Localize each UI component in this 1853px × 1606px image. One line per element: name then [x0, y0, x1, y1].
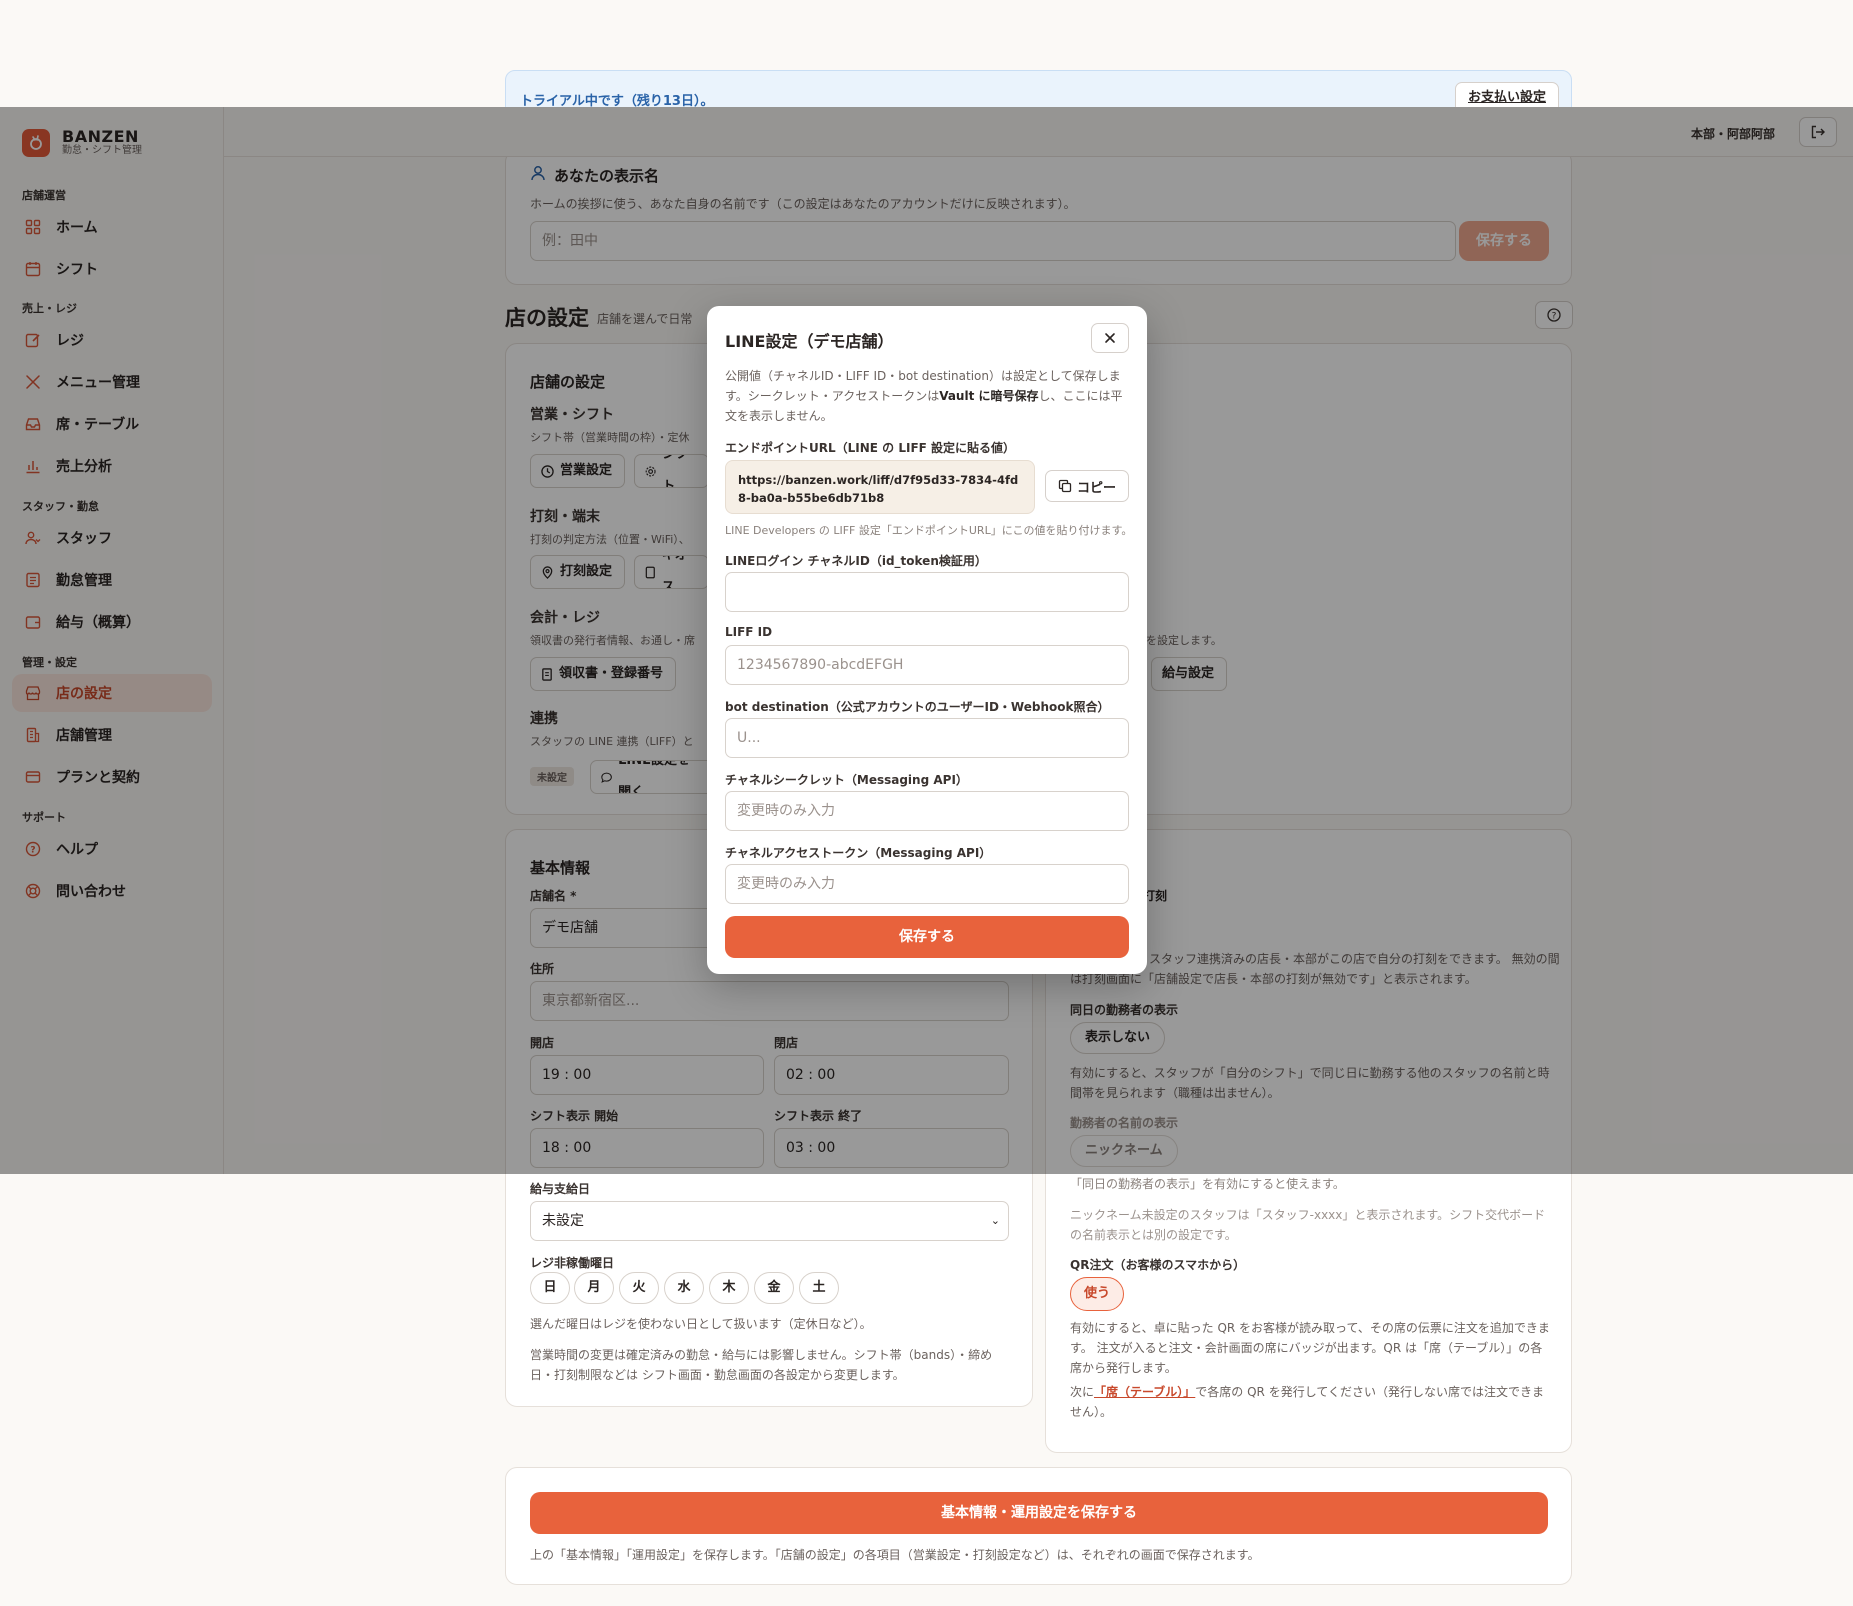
- name-display-hint-2: ニックネーム未設定のスタッフは「スタッフ-xxxx」と表示されます。シフト交代ボ…: [1070, 1208, 1546, 1242]
- save-basic-ops-button[interactable]: 基本情報・運用設定を保存する: [530, 1492, 1548, 1534]
- weekday-toggle-wed[interactable]: 水: [664, 1272, 704, 1304]
- qr-order-toggle[interactable]: 使う: [1070, 1277, 1125, 1311]
- qr-order-next: 次に「席（テーブル）」で各席の QR を発行してください（発行しない席では注文で…: [1070, 1385, 1544, 1419]
- access-token-input[interactable]: 変更時のみ入力: [725, 864, 1129, 904]
- closed-days-hint: 選んだ曜日はレジを使わない日として扱います（定休日など）。: [530, 1317, 872, 1331]
- tables-link[interactable]: 「席（テーブル）」: [1094, 1385, 1195, 1399]
- weekday-toggle-mon[interactable]: 月: [574, 1272, 614, 1304]
- qr-order-desc: 有効にすると、卓に貼った QR をお客様が読み取って、その席の伝票に注文を追加で…: [1070, 1321, 1550, 1375]
- qr-order-label: QR注文（お客様のスマホから）: [1070, 1258, 1246, 1272]
- modal-close-button[interactable]: [1091, 323, 1129, 353]
- weekday-toggle-fri[interactable]: 金: [754, 1272, 794, 1304]
- footer-save-card: 基本情報・運用設定を保存する 上の「基本情報」「運用設定」を保存します。「店舗の…: [505, 1467, 1572, 1585]
- modal-title: LINE設定（デモ店舗）: [725, 332, 894, 351]
- weekday-toggle-sat[interactable]: 土: [799, 1272, 839, 1304]
- endpoint-label: エンドポイントURL（LINE の LIFF 設定に貼る値）: [725, 441, 1016, 455]
- channel-secret-input[interactable]: 変更時のみ入力: [725, 791, 1129, 831]
- line-settings-modal: LINE設定（デモ店舗） 公開値（チャネルID・LIFF ID・bot dest…: [707, 306, 1147, 974]
- endpoint-hint: LINE Developers の LIFF 設定「エンドポイントURL」にこの…: [725, 524, 1133, 537]
- weekday-toggle-sun[interactable]: 日: [530, 1272, 570, 1304]
- payday-label: 給与支給日: [530, 1182, 591, 1196]
- payday-select[interactable]: 未設定 ⌄: [530, 1201, 1009, 1241]
- channel-id-input[interactable]: [725, 572, 1129, 612]
- liff-id-input[interactable]: 1234567890-abcdEFGH: [725, 645, 1129, 685]
- modal-save-button[interactable]: 保存する: [725, 916, 1129, 958]
- channel-secret-label: チャネルシークレット（Messaging API）: [725, 773, 968, 787]
- modal-description: 公開値（チャネルID・LIFF ID・bot destination）は設定とし…: [725, 369, 1123, 423]
- basic-info-note: 営業時間の変更は確定済みの勤怠・給与には影響しません。シフト帯（bands）・締…: [530, 1348, 993, 1382]
- chevron-down-icon: ⌄: [990, 1214, 1000, 1227]
- footer-note: 上の「基本情報」「運用設定」を保存します。「店舗の設定」の各項目（営業設定・打刻…: [530, 1548, 1260, 1562]
- liff-id-label: LIFF ID: [725, 625, 773, 639]
- close-icon: [1105, 333, 1115, 343]
- bot-destination-input[interactable]: U...: [725, 718, 1129, 758]
- weekday-toggle-thu[interactable]: 木: [709, 1272, 749, 1304]
- closed-days-label: レジ非稼働曜日: [530, 1256, 615, 1270]
- access-token-label: チャネルアクセストークン（Messaging API）: [725, 846, 992, 860]
- copy-button[interactable]: コピー: [1045, 470, 1129, 502]
- copy-icon: [1058, 479, 1072, 493]
- bot-destination-label: bot destination（公式アカウントのユーザーID・Webhook照合…: [725, 700, 1110, 714]
- endpoint-url: https://banzen.work/liff/d7f95d33-7834-4…: [725, 460, 1035, 514]
- name-display-hint-1: 「同日の勤務者の表示」を有効にすると使えます。: [1070, 1177, 1345, 1191]
- channel-id-label: LINEログイン チャネルID（id_token検証用）: [725, 554, 987, 568]
- weekday-toggle-tue[interactable]: 火: [619, 1272, 659, 1304]
